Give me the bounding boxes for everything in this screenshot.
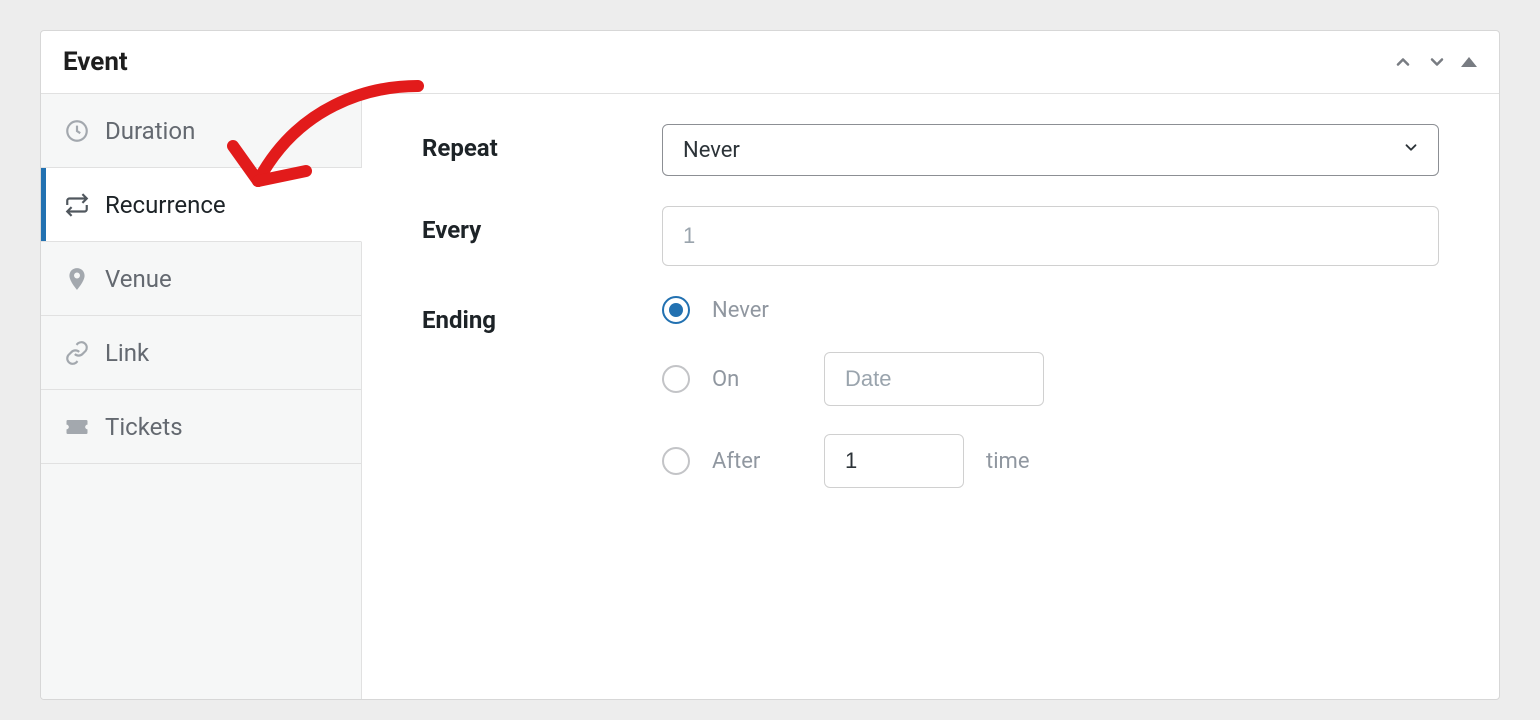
sidebar: Duration Recurrence Venue: [41, 94, 362, 699]
ticket-icon: [63, 413, 91, 441]
radio-icon: [662, 365, 690, 393]
panel-body: Duration Recurrence Venue: [41, 94, 1499, 699]
sidebar-item-label: Recurrence: [105, 191, 339, 219]
every-input[interactable]: [662, 206, 1439, 266]
repeat-icon: [63, 191, 91, 219]
move-up-icon[interactable]: [1393, 52, 1413, 72]
chevron-down-icon: [1402, 138, 1420, 163]
event-panel: Event Duration: [40, 30, 1500, 700]
repeat-value: Never: [683, 138, 740, 163]
sidebar-item-label: Duration: [105, 117, 339, 145]
repeat-row: Repeat Never: [422, 124, 1439, 176]
ending-row: Ending Never On Aft: [422, 296, 1439, 488]
ending-option-never[interactable]: Never: [662, 296, 1439, 324]
collapse-icon[interactable]: [1461, 57, 1477, 67]
ending-after-suffix: time: [986, 449, 1030, 474]
radio-icon: [662, 296, 690, 324]
ending-on-label: On: [712, 367, 802, 392]
sidebar-item-label: Link: [105, 339, 339, 367]
panel-actions: [1393, 52, 1477, 72]
sidebar-item-label: Tickets: [105, 413, 339, 441]
ending-option-after[interactable]: After time: [662, 434, 1439, 488]
sidebar-item-recurrence[interactable]: Recurrence: [41, 168, 362, 242]
clock-icon: [63, 117, 91, 145]
every-label: Every: [422, 206, 642, 244]
move-down-icon[interactable]: [1427, 52, 1447, 72]
recurrence-form: Repeat Never Every: [362, 94, 1499, 699]
sidebar-item-tickets[interactable]: Tickets: [41, 390, 361, 464]
sidebar-item-label: Venue: [105, 265, 339, 293]
radio-icon: [662, 447, 690, 475]
ending-after-count-input[interactable]: [824, 434, 964, 488]
every-row: Every: [422, 206, 1439, 266]
ending-after-label: After: [712, 449, 802, 474]
ending-option-on[interactable]: On: [662, 352, 1439, 406]
sidebar-item-venue[interactable]: Venue: [41, 242, 361, 316]
repeat-select[interactable]: Never: [662, 124, 1439, 176]
sidebar-item-duration[interactable]: Duration: [41, 94, 361, 168]
ending-label: Ending: [422, 296, 642, 334]
panel-title: Event: [63, 47, 128, 77]
repeat-label: Repeat: [422, 124, 642, 162]
ending-never-label: Never: [712, 298, 769, 323]
sidebar-item-link[interactable]: Link: [41, 316, 361, 390]
ending-on-date-input[interactable]: [824, 352, 1044, 406]
location-icon: [63, 265, 91, 293]
panel-header: Event: [41, 31, 1499, 94]
link-icon: [63, 339, 91, 367]
